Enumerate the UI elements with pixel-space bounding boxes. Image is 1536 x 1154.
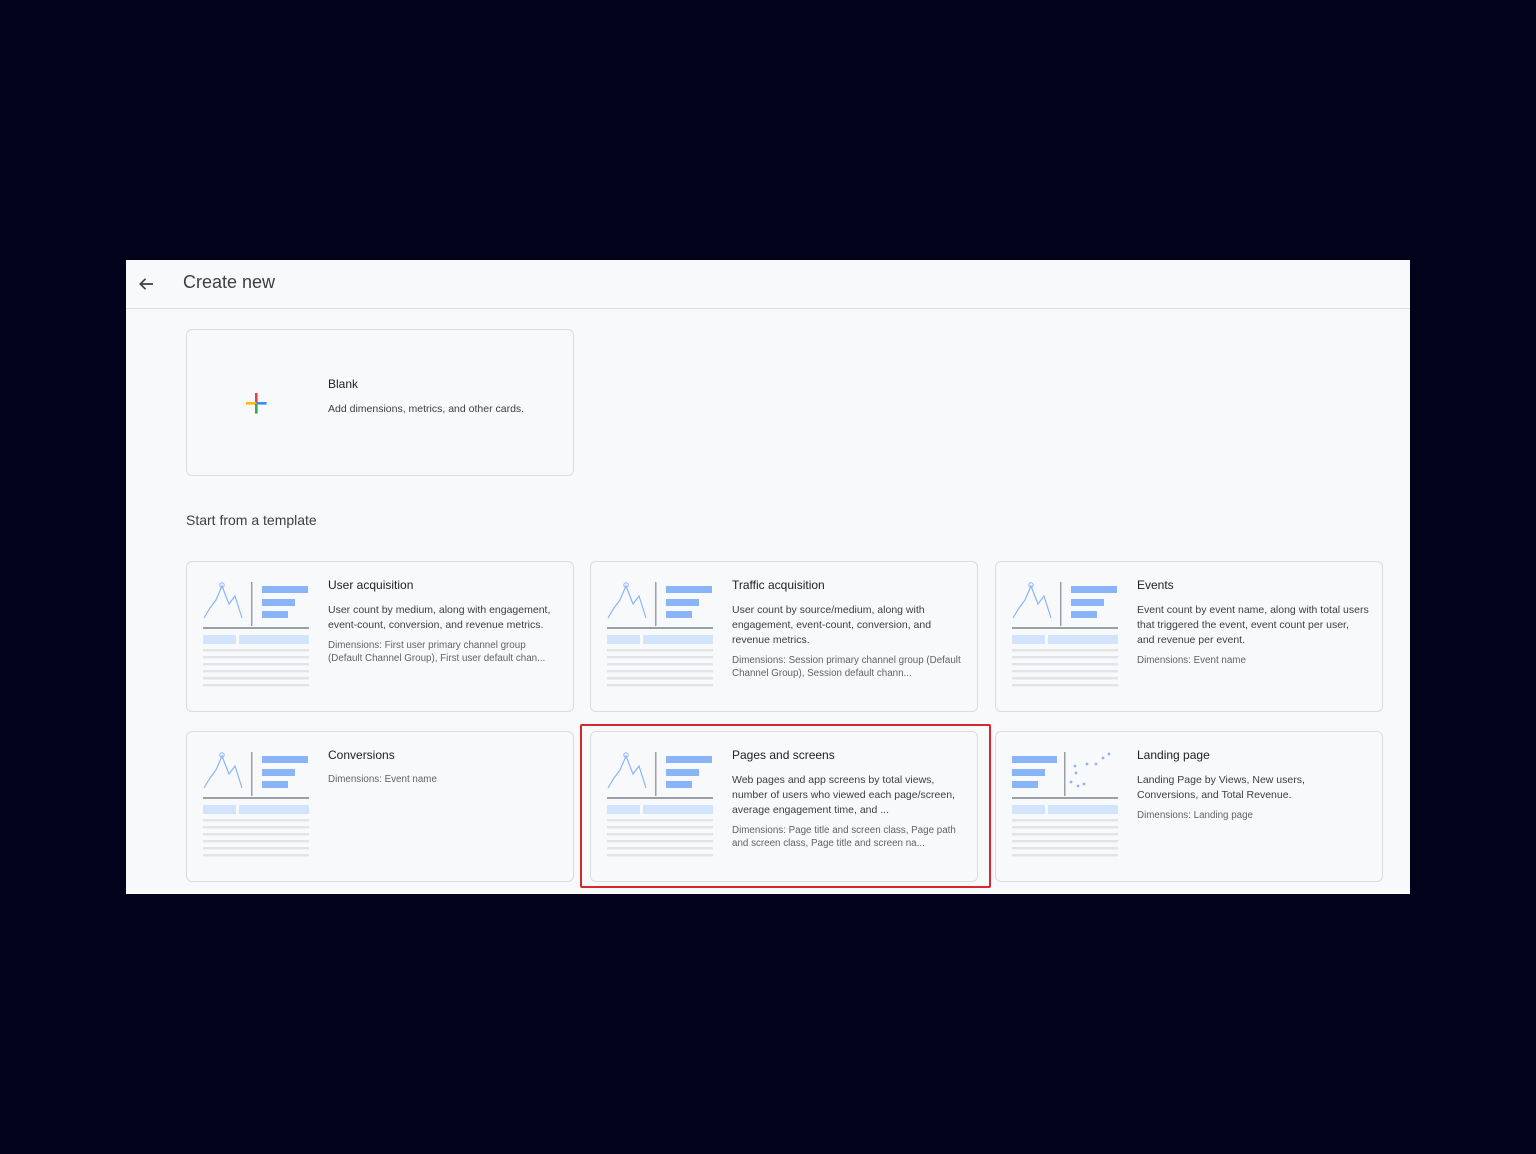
template-card-user-acquisition[interactable]: User acquisition User count by medium, a…	[186, 561, 574, 712]
page-title: Create new	[183, 272, 276, 292]
card-title: Conversions	[328, 748, 395, 762]
card-title: Events	[1137, 578, 1174, 592]
section-title: Start from a template	[186, 512, 317, 528]
card-description: User count by medium, along with engagem…	[328, 603, 560, 665]
card-dimensions: Dimensions: Event name	[1137, 655, 1246, 666]
top-bar: Create new	[126, 260, 1410, 309]
line-and-bar-chart-thumbnail-icon	[1012, 582, 1118, 687]
blank-card-title: Blank	[328, 377, 359, 391]
card-dimensions: Dimensions: First user primary channel g…	[328, 640, 546, 664]
card-title: Traffic acquisition	[732, 578, 825, 592]
template-card-events[interactable]: Events Event count by event name, along …	[995, 561, 1383, 712]
colored-plus-icon	[246, 393, 267, 414]
card-summary: Event count by event name, along with to…	[1137, 604, 1369, 646]
card-summary: Landing Page by Views, New users, Conver…	[1137, 774, 1305, 801]
card-summary: User count by source/medium, along with …	[732, 604, 932, 646]
line-and-bar-chart-thumbnail-icon	[607, 582, 713, 687]
card-summary: User count by medium, along with engagem…	[328, 604, 551, 631]
card-description: Dimensions: Event name	[328, 773, 560, 786]
card-dimensions: Dimensions: Event name	[328, 774, 437, 785]
template-card-conversions[interactable]: Conversions Dimensions: Event name	[186, 731, 574, 882]
template-card-traffic-acquisition[interactable]: Traffic acquisition User count by source…	[590, 561, 978, 712]
card-dimensions: Dimensions: Session primary channel grou…	[732, 655, 961, 679]
card-dimensions: Dimensions: Landing page	[1137, 810, 1254, 821]
card-description: User count by source/medium, along with …	[732, 603, 964, 680]
blank-card-description: Add dimensions, metrics, and other cards…	[328, 403, 525, 415]
card-title: User acquisition	[328, 578, 414, 592]
highlight-box	[580, 724, 991, 888]
card-title: Landing page	[1137, 748, 1210, 762]
line-and-bar-chart-thumbnail-icon	[203, 582, 309, 687]
blank-card[interactable]: Blank Add dimensions, metrics, and other…	[186, 329, 574, 476]
card-description: Event count by event name, along with to…	[1137, 603, 1369, 667]
arrow-back-icon	[139, 278, 153, 290]
bar-and-scatter-chart-thumbnail-icon	[1012, 752, 1118, 857]
template-card-landing-page[interactable]: Landing page Landing Page by Views, New …	[995, 731, 1383, 882]
line-and-bar-chart-thumbnail-icon	[203, 752, 309, 857]
back-button[interactable]	[132, 270, 160, 298]
card-description: Landing Page by Views, New users, Conver…	[1137, 773, 1369, 822]
